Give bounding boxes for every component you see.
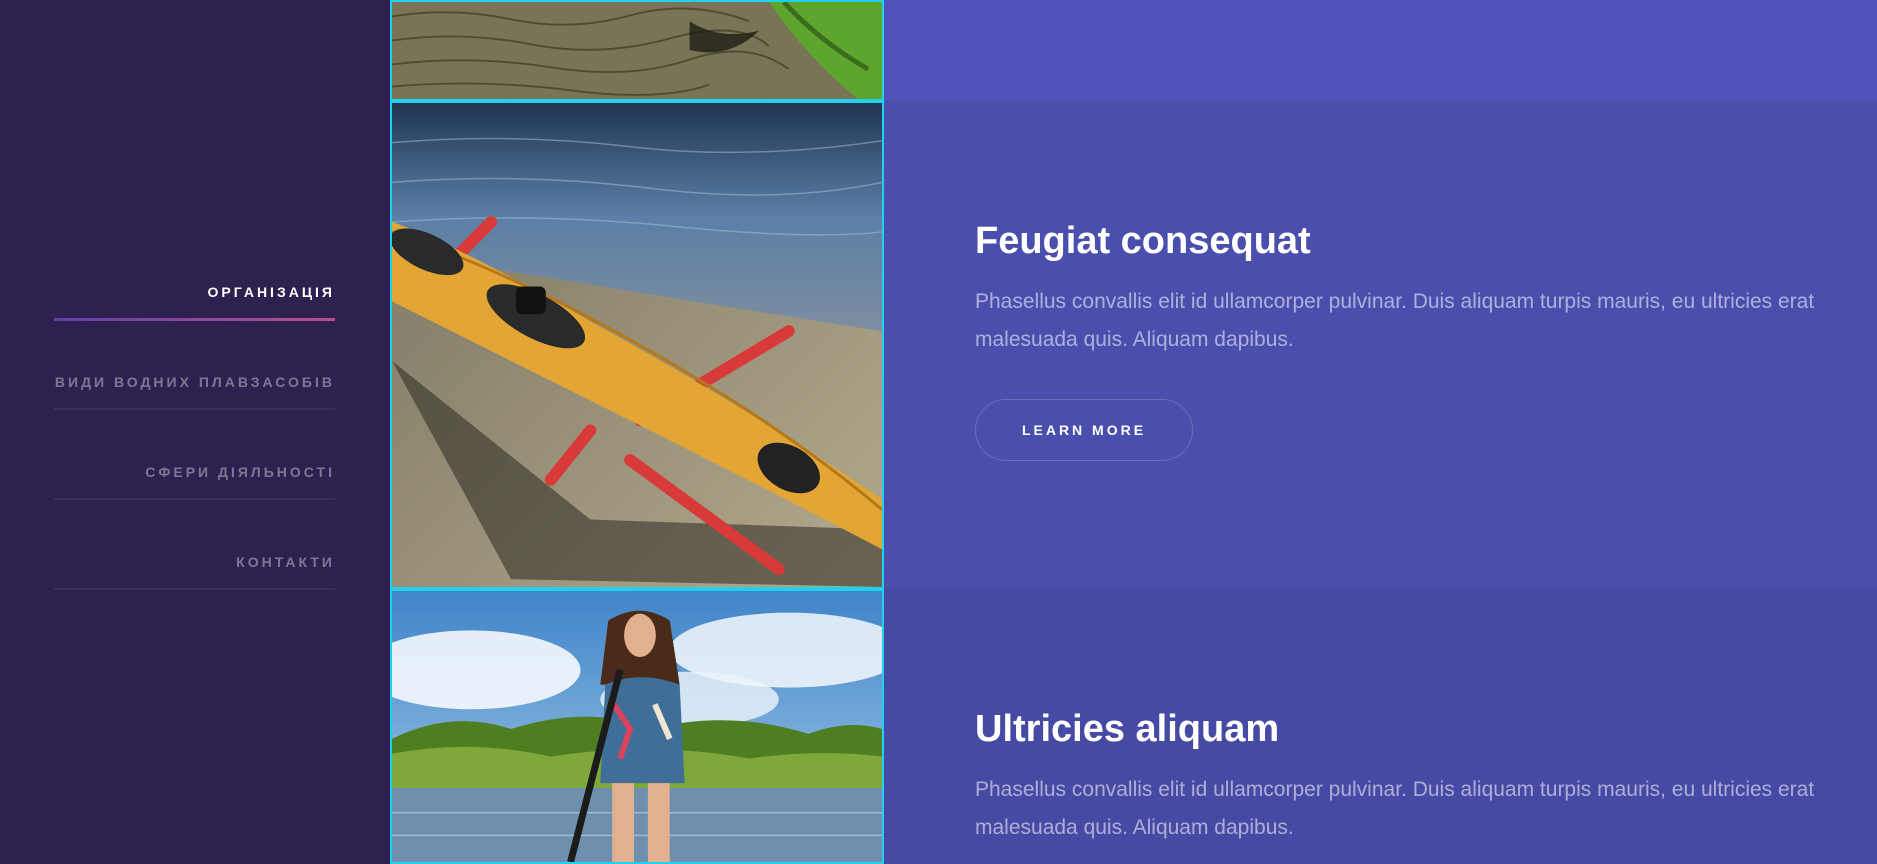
spotlight-section: Ultricies aliquam Phasellus convallis el… — [390, 589, 1877, 864]
nav-item-label: ОРГАНІЗАЦІЯ — [207, 284, 335, 300]
sidebar: ОРГАНІЗАЦІЯ ВИДИ ВОДНИХ ПЛАВЗАСОБІВ СФЕР… — [0, 0, 390, 864]
nav-item-label: КОНТАКТИ — [236, 554, 335, 570]
nav-item-activities[interactable]: СФЕРИ ДІЯЛЬНОСТІ — [54, 448, 335, 538]
spotlight-heading: Feugiat consequat — [975, 220, 1311, 262]
spotlight-content: Ultricies aliquam Phasellus convallis el… — [975, 707, 1835, 847]
spotlight-text: Phasellus convallis elit id ullamcorper … — [975, 777, 1815, 839]
nav-active-underline — [54, 318, 335, 321]
spotlight-text: Phasellus convallis elit id ullamcorper … — [975, 289, 1815, 351]
nav-divider — [54, 408, 335, 410]
nav-item-label: ВИДИ ВОДНИХ ПЛАВЗАСОБІВ — [54, 374, 335, 390]
nav-item-label: СФЕРИ ДІЯЛЬНОСТІ — [145, 464, 335, 480]
nav-item-contacts[interactable]: КОНТАКТИ — [54, 538, 335, 628]
spotlight-section — [390, 0, 1877, 101]
woman-paddleboard-photo[interactable] — [390, 589, 884, 864]
learn-more-button[interactable]: LEARN MORE — [975, 398, 1193, 461]
nav-divider — [54, 498, 335, 500]
nav-divider — [54, 588, 335, 590]
spotlight-content: Feugiat consequat Phasellus convallis el… — [975, 219, 1835, 461]
spotlights-wrapper: Feugiat consequat Phasellus convallis el… — [390, 0, 1877, 864]
kayak-water-photo[interactable] — [390, 0, 884, 101]
yellow-kayak-on-beach-photo[interactable] — [390, 101, 884, 589]
nav-item-organization[interactable]: ОРГАНІЗАЦІЯ — [54, 268, 335, 358]
sidebar-nav: ОРГАНІЗАЦІЯ ВИДИ ВОДНИХ ПЛАВЗАСОБІВ СФЕР… — [54, 268, 335, 628]
spotlight-heading: Ultricies aliquam — [975, 708, 1280, 750]
nav-item-watercraft-types[interactable]: ВИДИ ВОДНИХ ПЛАВЗАСОБІВ — [54, 358, 335, 448]
spotlight-section: Feugiat consequat Phasellus convallis el… — [390, 101, 1877, 589]
